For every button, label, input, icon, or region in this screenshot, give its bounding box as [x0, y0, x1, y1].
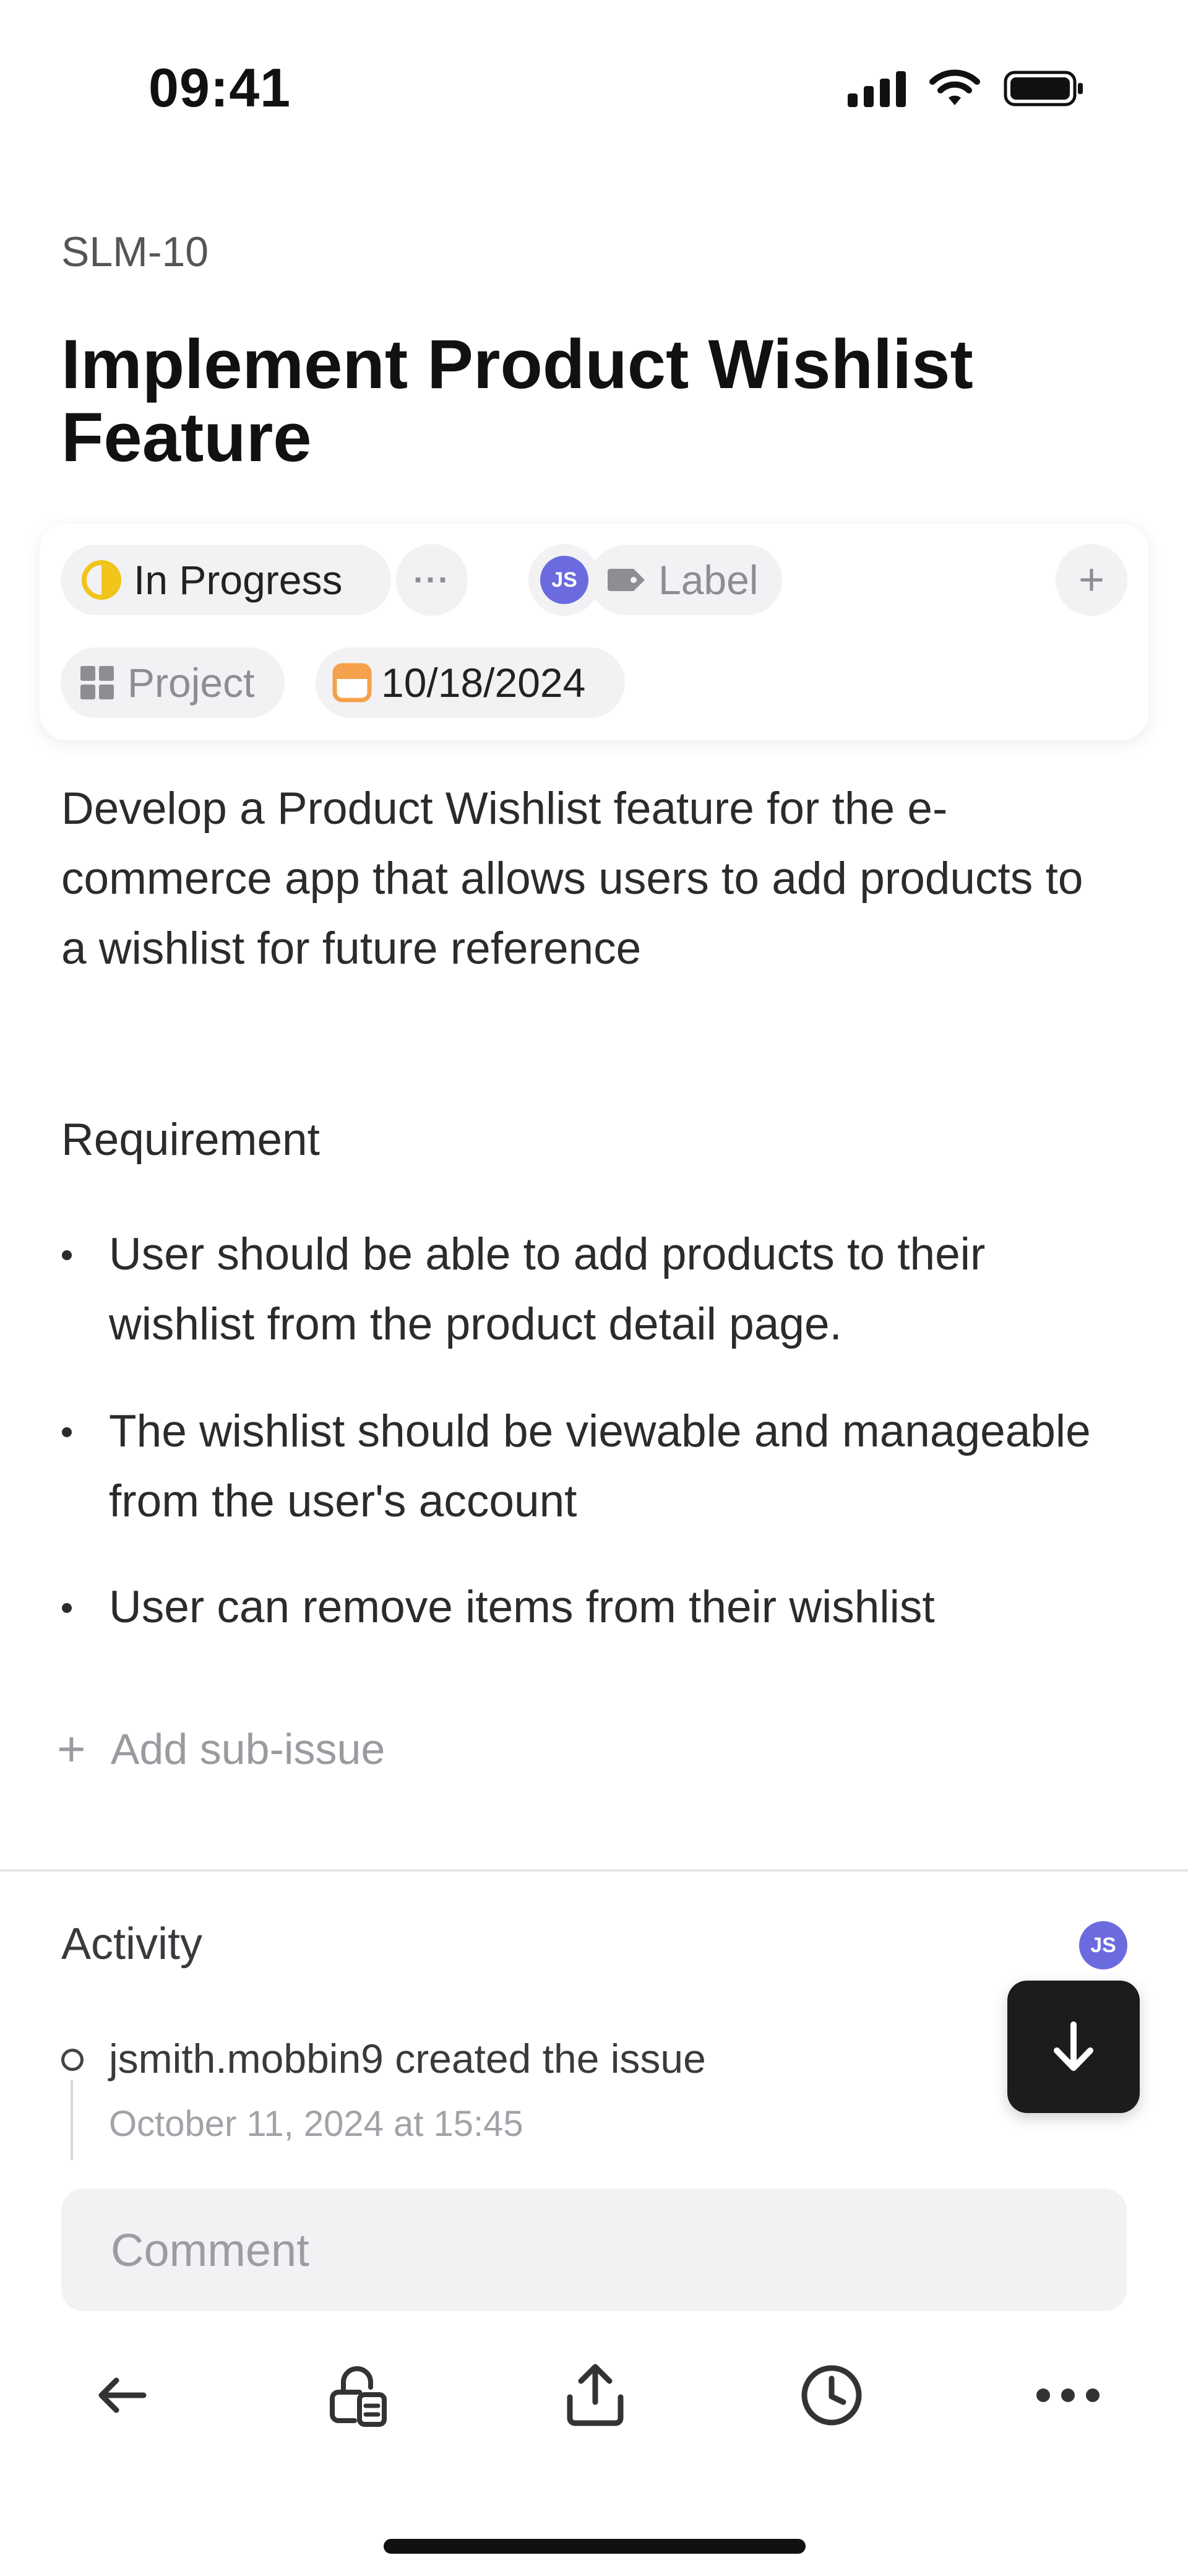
home-indicator	[384, 2539, 806, 2554]
history-button[interactable]	[782, 2346, 881, 2445]
more-button[interactable]	[1018, 2346, 1117, 2445]
project-grid-icon	[80, 666, 114, 699]
subscriber-avatar[interactable]: JS	[1079, 1921, 1127, 1969]
add-property-button[interactable]: +	[1056, 544, 1127, 616]
scroll-to-bottom-button[interactable]	[1007, 1981, 1140, 2113]
back-button[interactable]	[72, 2346, 171, 2445]
cellular-signal-icon	[848, 70, 906, 107]
priority-button[interactable]: ···	[396, 544, 468, 616]
project-label: Project	[127, 660, 255, 706]
properties-card: In Progress ··· JS Label + Project 10/18…	[40, 524, 1148, 740]
issue-id: SLM-10	[61, 228, 209, 275]
battery-icon	[1004, 71, 1083, 106]
bottom-toolbar	[0, 2346, 1188, 2445]
avatar: JS	[540, 556, 588, 604]
bullet-icon	[62, 1250, 72, 1260]
activity-event-time: October 11, 2024 at 15:45	[109, 2104, 523, 2144]
due-date-chip[interactable]: 10/18/2024	[316, 647, 625, 718]
priority-dots-icon: ···	[413, 561, 450, 599]
status-chip[interactable]: In Progress	[61, 545, 391, 615]
clock-icon	[801, 2365, 862, 2426]
in-progress-icon	[82, 560, 121, 600]
add-sub-issue-label: Add sub-issue	[110, 1725, 385, 1773]
requirement-text: The wishlist should be viewable and mana…	[109, 1406, 1091, 1526]
label-text: Label	[658, 557, 759, 603]
lock-document-icon	[330, 2366, 387, 2427]
wifi-icon	[929, 69, 980, 105]
activity-dot-icon	[61, 2049, 84, 2071]
more-icon	[1036, 2388, 1100, 2402]
status-time: 09:41	[148, 57, 291, 118]
divider	[0, 1869, 1188, 1872]
arrow-down-icon	[1054, 2021, 1093, 2071]
requirement-text: User should be able to add products to t…	[109, 1229, 986, 1349]
issue-description[interactable]: Develop a Product Wishlist feature for t…	[61, 774, 1113, 983]
avatar: JS	[1079, 1921, 1127, 1969]
comment-placeholder: Comment	[111, 2224, 309, 2276]
issue-title[interactable]: Implement Product Wishlist Feature	[61, 328, 1113, 474]
comment-input[interactable]: Comment	[61, 2189, 1127, 2311]
activity-timeline	[71, 2080, 73, 2160]
requirement-heading: Requirement	[61, 1115, 320, 1165]
requirement-text: User can remove items from their wishlis…	[109, 1582, 935, 1632]
tag-icon	[608, 569, 645, 591]
assignee-button[interactable]: JS	[528, 544, 600, 616]
status-icons	[848, 64, 1095, 113]
project-chip[interactable]: Project	[61, 647, 285, 718]
status-label: In Progress	[134, 557, 343, 603]
activity-title: Activity	[61, 1919, 203, 1969]
activity-event-text: jsmith.mobbin9 created the issue	[109, 2036, 706, 2081]
add-sub-issue-button[interactable]: + Add sub-issue	[57, 1721, 385, 1778]
arrow-left-icon	[98, 2377, 147, 2413]
plus-icon: +	[1078, 555, 1105, 605]
bullet-icon	[62, 1603, 72, 1613]
due-date-label: 10/18/2024	[381, 660, 586, 706]
calendar-icon	[332, 663, 372, 702]
share-icon	[567, 2364, 624, 2426]
label-chip[interactable]: Label	[590, 545, 782, 615]
bullet-icon	[62, 1427, 72, 1437]
copy-link-button[interactable]	[309, 2346, 408, 2445]
plus-icon: +	[57, 1721, 86, 1776]
share-button[interactable]	[546, 2346, 645, 2445]
